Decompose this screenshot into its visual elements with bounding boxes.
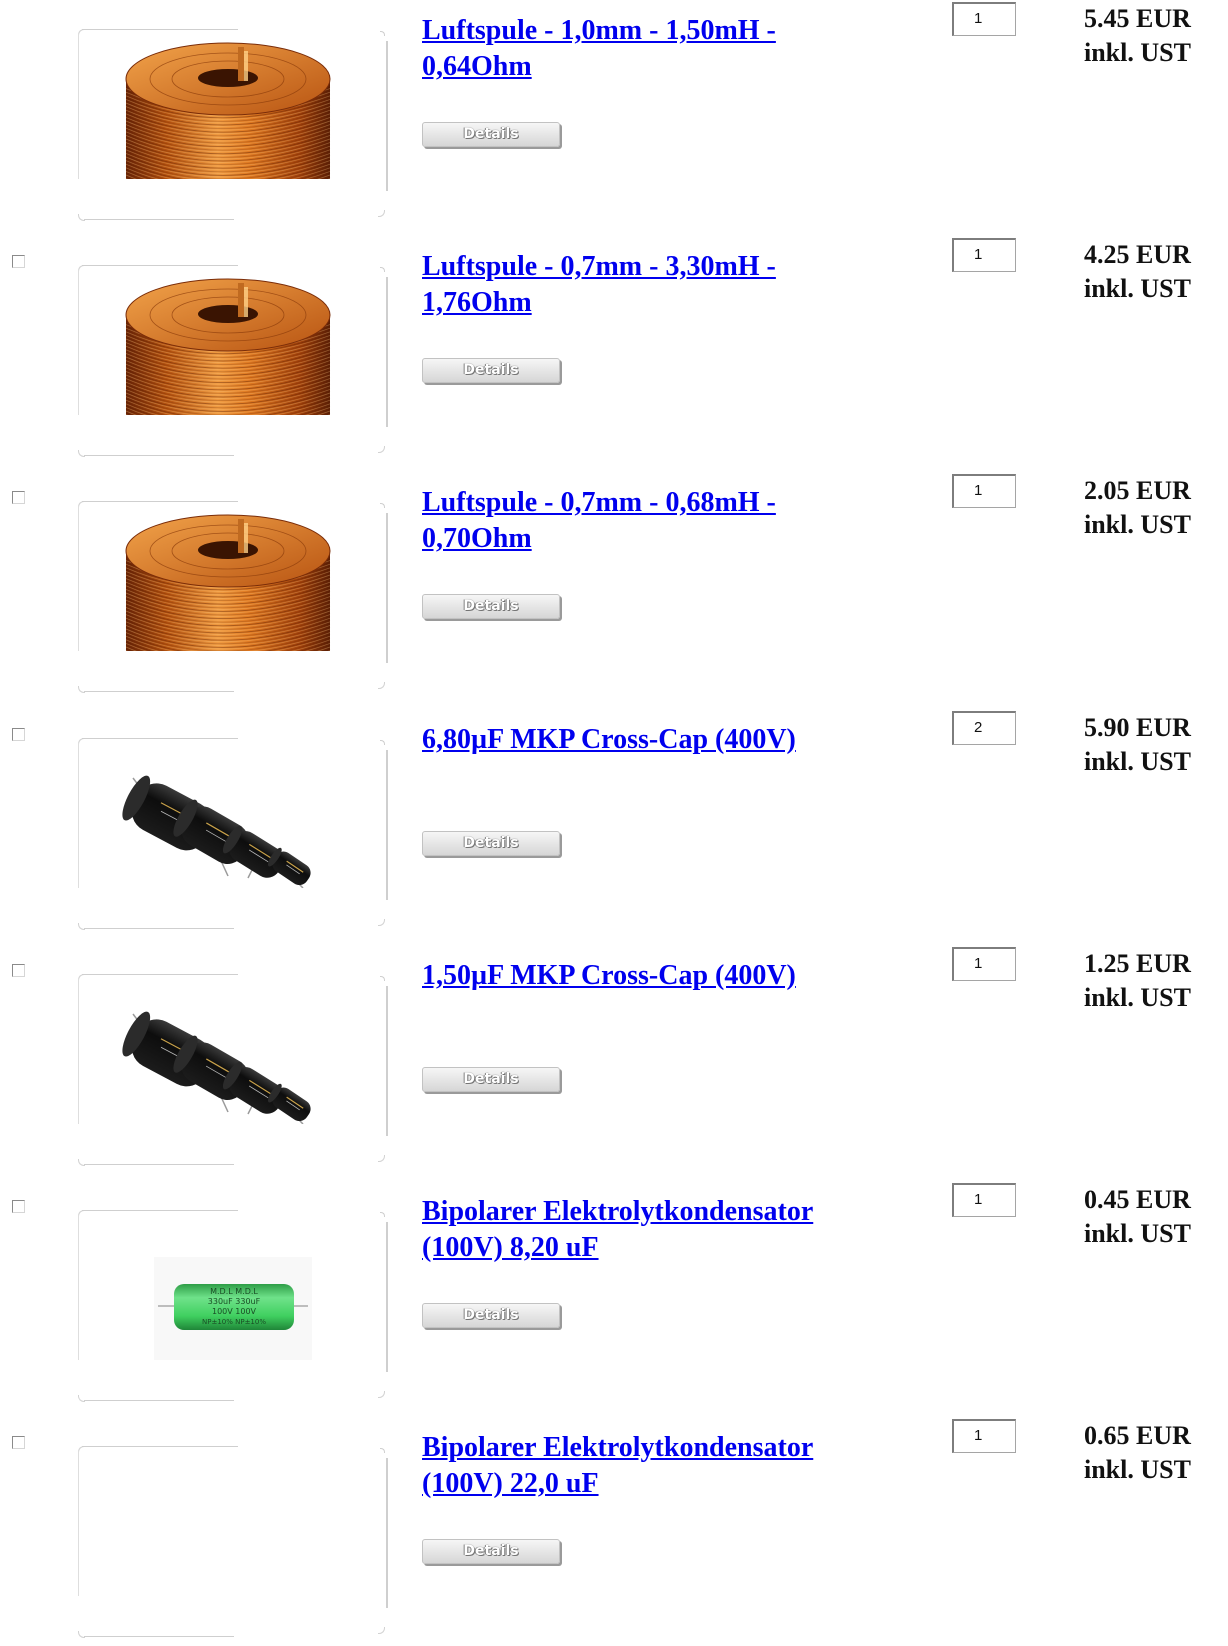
tax-note: inkl. UST [1084,747,1191,776]
product-title-link[interactable]: 6,80µF MKP Cross-Cap (400V) [422,722,882,758]
frame-edge [386,513,388,663]
frame-corner [378,210,385,217]
product-row: Bipolarer Elektrolytkondensator (100V) 2… [0,1411,1228,1646]
price-block: 1.25 EUR inkl. UST [1084,947,1191,1015]
price-value: 5.45 EUR [1084,4,1191,33]
frame-edge [386,1458,388,1608]
select-checkbox[interactable] [12,1200,25,1213]
price-value: 2.05 EUR [1084,476,1191,505]
quantity-input[interactable]: 1 [952,947,1016,981]
frame-edge [386,41,388,191]
frame-corner [380,503,385,508]
frame-corner [378,1155,385,1162]
air-core-coil-image[interactable] [78,265,358,415]
product-title-link[interactable]: Luftspule - 0,7mm - 0,68mH - 0,70Ohm [422,485,882,557]
frame-corner [380,740,385,745]
svg-text:M.D.L M.D.L: M.D.L M.D.L [210,1287,258,1296]
quantity-input[interactable]: 1 [952,2,1016,36]
product-title-link[interactable]: 1,50µF MKP Cross-Cap (400V) [422,958,882,994]
price-block: 4.25 EUR inkl. UST [1084,238,1191,306]
details-button[interactable]: Details [422,831,560,856]
product-title-link[interactable]: Luftspule - 0,7mm - 3,30mH - 1,76Ohm [422,249,882,321]
select-checkbox[interactable] [12,491,25,504]
frame-edge [386,277,388,427]
frame-corner [380,976,385,981]
electrolytic-capacitor-image[interactable]: M.D.L M.D.L 330uF 330uF 100V 100V NP±10%… [78,1210,358,1360]
frame-edge [84,691,234,692]
product-row: 1,50µF MKP Cross-Cap (400V) Details 1 1.… [0,939,1228,1174]
select-checkbox[interactable] [12,255,25,268]
details-button[interactable]: Details [422,122,560,147]
frame-corner [378,1627,385,1634]
details-button[interactable]: Details [422,1539,560,1564]
frame-edge [386,750,388,900]
tax-note: inkl. UST [1084,1219,1191,1248]
tax-note: inkl. UST [1084,510,1191,539]
svg-text:100V 100V: 100V 100V [212,1307,257,1316]
product-title-link[interactable]: Bipolarer Elektrolytkondensator (100V) 2… [422,1430,882,1502]
product-row: Luftspule - 1,0mm - 1,50mH - 0,64Ohm Det… [0,0,1228,229]
frame-edge [84,1164,234,1165]
frame-edge [386,1222,388,1372]
tax-note: inkl. UST [1084,38,1191,67]
price-value: 0.45 EUR [1084,1185,1191,1214]
price-value: 0.65 EUR [1084,1421,1191,1450]
quantity-input[interactable]: 1 [952,474,1016,508]
frame-edge [84,928,234,929]
product-row: Luftspule - 0,7mm - 3,30mH - 1,76Ohm Det… [0,230,1228,465]
frame-edge [84,455,234,456]
product-row: Luftspule - 0,7mm - 0,68mH - 0,70Ohm Det… [0,466,1228,701]
frame-corner [380,1212,385,1217]
frame-corner [380,1448,385,1453]
frame-corner [380,31,385,36]
frame-edge [386,986,388,1136]
tax-note: inkl. UST [1084,1455,1191,1484]
svg-text:NP±10% NP±10%: NP±10% NP±10% [202,1318,266,1326]
frame-corner [378,682,385,689]
price-block: 0.65 EUR inkl. UST [1084,1419,1191,1487]
air-core-coil-image[interactable] [78,29,358,179]
frame-edge [84,1636,234,1637]
film-capacitors-image[interactable] [78,974,358,1124]
select-checkbox[interactable] [12,728,25,741]
frame-edge [84,219,234,220]
details-button[interactable]: Details [422,594,560,619]
price-value: 1.25 EUR [1084,949,1191,978]
empty-image [78,1446,358,1596]
price-block: 0.45 EUR inkl. UST [1084,1183,1191,1251]
frame-corner [378,919,385,926]
frame-corner [380,267,385,272]
air-core-coil-image[interactable] [78,501,358,651]
details-button[interactable]: Details [422,358,560,383]
frame-corner [378,1391,385,1398]
tax-note: inkl. UST [1084,274,1191,303]
product-row: M.D.L M.D.L 330uF 330uF 100V 100V NP±10%… [0,1175,1228,1410]
frame-edge [84,1400,234,1401]
quantity-input[interactable]: 1 [952,1419,1016,1453]
quantity-input[interactable]: 1 [952,238,1016,272]
quantity-input[interactable]: 1 [952,1183,1016,1217]
select-checkbox[interactable] [12,1436,25,1449]
quantity-input[interactable]: 2 [952,711,1016,745]
select-checkbox[interactable] [12,964,25,977]
product-title-link[interactable]: Luftspule - 1,0mm - 1,50mH - 0,64Ohm [422,13,882,85]
tax-note: inkl. UST [1084,983,1191,1012]
price-block: 5.45 EUR inkl. UST [1084,2,1191,70]
product-title-link[interactable]: Bipolarer Elektrolytkondensator (100V) 8… [422,1194,882,1266]
frame-corner [378,446,385,453]
price-block: 2.05 EUR inkl. UST [1084,474,1191,542]
price-value: 4.25 EUR [1084,240,1191,269]
film-capacitors-image[interactable] [78,738,358,888]
svg-text:330uF 330uF: 330uF 330uF [208,1297,261,1306]
details-button[interactable]: Details [422,1303,560,1328]
price-block: 5.90 EUR inkl. UST [1084,711,1191,779]
details-button[interactable]: Details [422,1067,560,1092]
product-row: 6,80µF MKP Cross-Cap (400V) Details 2 5.… [0,703,1228,938]
price-value: 5.90 EUR [1084,713,1191,742]
